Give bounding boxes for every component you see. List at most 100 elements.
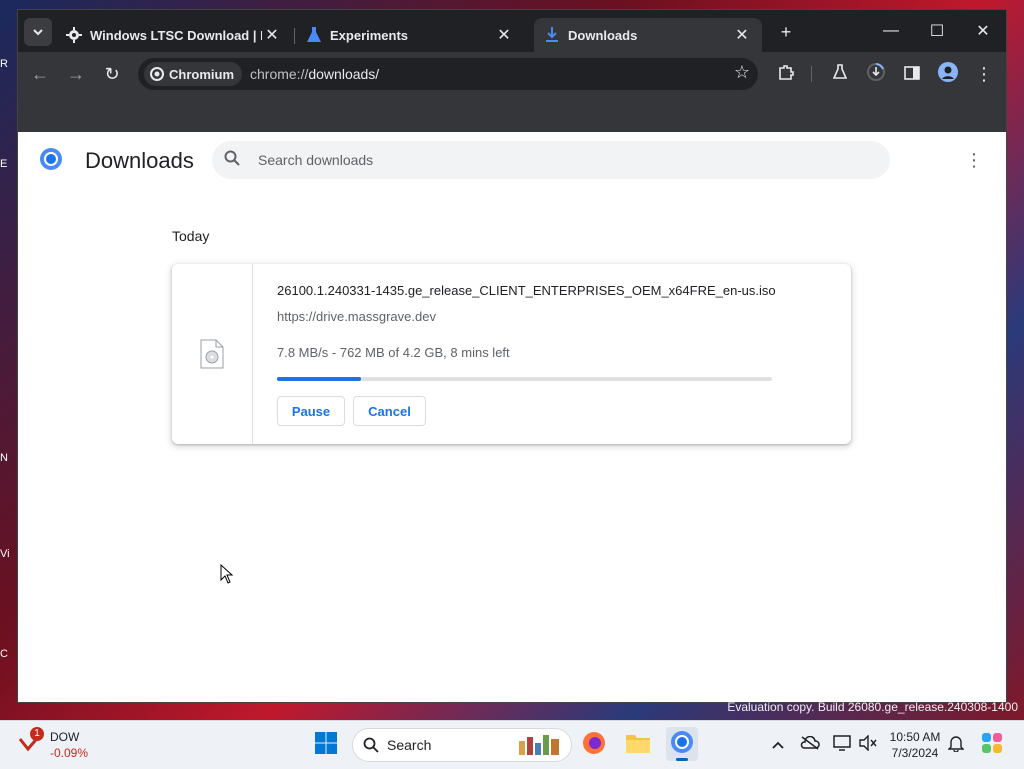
forward-button[interactable]: →	[62, 60, 90, 88]
search-input[interactable]	[256, 151, 820, 169]
tab-experiments[interactable]: Experiments ✕	[296, 18, 524, 52]
tab-title: Downloads	[568, 27, 638, 43]
chromium-taskbar-button[interactable]	[666, 727, 698, 761]
minimize-button[interactable]: —	[868, 10, 914, 52]
download-progress-fill	[277, 377, 362, 381]
windows-logo-icon	[314, 731, 338, 760]
notifications-button[interactable]	[944, 733, 968, 757]
flask-icon	[306, 27, 322, 43]
file-explorer-taskbar-button[interactable]	[622, 729, 654, 761]
speaker-muted-icon	[859, 733, 877, 756]
firefox-icon	[582, 731, 606, 760]
url-text: chrome://downloads/	[250, 66, 379, 82]
tab-windows-ltsc[interactable]: Windows LTSC Download | MA ✕	[56, 18, 292, 52]
active-app-indicator	[676, 758, 688, 761]
downloads-page: Downloads ⋮ Today 26100.1.240331-1435.ge…	[18, 132, 1006, 702]
taskbar-search[interactable]: Search	[352, 728, 572, 762]
desktop-icon-fragment: Vi	[0, 548, 10, 560]
tab-search-button[interactable]	[24, 18, 52, 46]
profile-button[interactable]	[934, 60, 962, 88]
address-bar[interactable]: Chromium chrome://downloads/ ☆	[138, 58, 758, 90]
cancel-button[interactable]: Cancel	[353, 396, 426, 426]
chromium-icon	[670, 730, 694, 759]
search-icon	[224, 150, 244, 171]
new-tab-button[interactable]: +	[772, 18, 800, 46]
download-item-card: 26100.1.240331-1435.ge_release_CLIENT_EN…	[172, 264, 851, 444]
clock-time: 10:50 AM	[889, 730, 941, 744]
cloud-off-icon	[800, 735, 820, 755]
close-icon[interactable]: ✕	[262, 25, 282, 45]
download-progress-bar	[277, 377, 772, 381]
tab-title: Windows LTSC Download | MA	[90, 27, 262, 43]
search-downloads-box[interactable]	[212, 141, 890, 179]
close-window-button[interactable]: ✕	[960, 10, 1006, 52]
browser-toolbar: ← → ↻ Chromium chrome://downloads/ ☆ ⋮	[18, 52, 1006, 96]
experiments-button[interactable]	[826, 60, 854, 88]
maximize-button[interactable]: ☐	[914, 10, 960, 52]
reload-icon: ↻	[104, 63, 120, 84]
side-panel-button[interactable]	[898, 60, 926, 88]
flask-icon	[832, 63, 848, 85]
site-info-chip[interactable]: Chromium	[144, 62, 242, 86]
plus-icon: +	[780, 21, 792, 42]
close-icon[interactable]: ✕	[732, 25, 752, 45]
display-tray-button[interactable]	[830, 733, 854, 757]
volume-tray-button[interactable]	[856, 733, 880, 757]
start-button[interactable]	[310, 729, 342, 761]
clock-date: 7/3/2024	[891, 746, 939, 760]
bookmark-star-icon[interactable]: ☆	[734, 62, 750, 83]
tab-downloads[interactable]: Downloads ✕	[534, 18, 762, 52]
desktop-icon-fragment: R	[0, 58, 8, 70]
download-progress-icon	[866, 62, 886, 87]
url-host: downloads/	[308, 66, 380, 82]
evaluation-watermark: Evaluation copy. Build 26080.ge_release.…	[727, 700, 1018, 714]
close-icon: ✕	[976, 23, 990, 40]
stock-name: DOW	[50, 730, 80, 744]
taskbar: 1 DOW -0.09% Search 10:50 AM 7/3/2024	[0, 720, 1024, 769]
chevron-up-icon	[772, 736, 784, 754]
page-menu-icon[interactable]: ⋮	[964, 150, 984, 170]
chromium-logo-icon	[40, 148, 62, 170]
download-icon	[544, 27, 560, 43]
toolbar-divider	[811, 66, 812, 82]
page-header: Downloads ⋮	[18, 132, 1006, 188]
url-scheme: chrome://	[250, 66, 309, 82]
extensions-button[interactable]	[772, 60, 800, 88]
desktop-icon-fragment: N	[0, 452, 8, 464]
tab-title: Experiments	[330, 27, 409, 43]
minimize-icon: —	[883, 22, 899, 39]
reload-button[interactable]: ↻	[98, 60, 126, 88]
avatar-icon	[938, 61, 958, 87]
desktop-icon-fragment: C	[0, 648, 8, 660]
browser-window: Windows LTSC Download | MA ✕ Experiments…	[18, 10, 1006, 702]
chromium-icon	[150, 67, 164, 81]
notification-badge: 1	[30, 727, 44, 741]
file-icon-column	[172, 264, 253, 444]
system-clock[interactable]: 10:50 AM 7/3/2024	[882, 729, 948, 761]
arrow-right-icon: →	[67, 63, 85, 84]
monitor-icon	[833, 734, 851, 756]
download-filename[interactable]: 26100.1.240331-1435.ge_release_CLIENT_EN…	[277, 283, 776, 298]
firefox-taskbar-button[interactable]	[578, 729, 610, 761]
onedrive-tray-button[interactable]	[798, 733, 822, 757]
puzzle-icon	[778, 64, 794, 85]
folder-icon	[625, 732, 651, 759]
chip-label: Chromium	[169, 66, 234, 82]
bookmark-bar	[18, 96, 1006, 132]
side-panel-icon	[904, 64, 920, 85]
arrow-left-icon: ←	[31, 63, 49, 84]
close-icon[interactable]: ✕	[494, 25, 514, 45]
pause-button[interactable]: Pause	[277, 396, 345, 426]
back-button[interactable]: ←	[26, 60, 54, 88]
copilot-button[interactable]	[978, 731, 1006, 759]
maximize-icon: ☐	[929, 23, 945, 40]
mouse-cursor-icon	[220, 563, 234, 589]
taskbar-search-label: Search	[387, 737, 432, 753]
menu-button[interactable]: ⋮	[970, 60, 998, 88]
download-progress-button[interactable]	[862, 60, 890, 88]
download-source-url[interactable]: https://drive.massgrave.dev	[277, 309, 436, 324]
download-status: 7.8 MB/s - 762 MB of 4.2 GB, 8 mins left	[277, 345, 510, 360]
chevron-down-icon	[32, 22, 44, 43]
show-hidden-icons-button[interactable]	[766, 733, 790, 757]
desktop-icon-fragment: E	[0, 158, 8, 170]
